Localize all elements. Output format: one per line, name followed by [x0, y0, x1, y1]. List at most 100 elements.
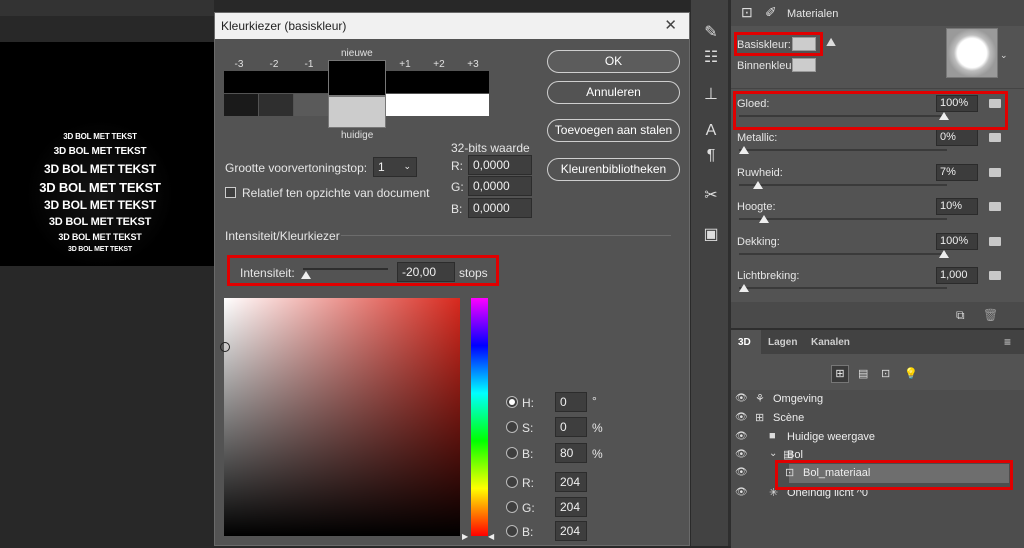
r-input[interactable]: 204 [555, 472, 587, 492]
color-libraries-button[interactable]: Kleurenbibliotheken [547, 158, 680, 181]
saturation-brightness-field[interactable] [224, 298, 460, 536]
current-label: huidige [341, 130, 374, 141]
material-icon[interactable]: ⊡ [741, 4, 753, 21]
brightness-radio[interactable] [506, 447, 518, 459]
b2-label: B: [522, 525, 534, 539]
g-input[interactable]: 204 [555, 497, 587, 517]
stop-swatch[interactable] [259, 94, 293, 116]
layer-name: Omgeving [773, 393, 824, 405]
trash-icon[interactable]: 🗑 [983, 308, 998, 322]
prop-value-input[interactable]: 100% [936, 233, 978, 250]
h-unit: ° [592, 394, 597, 408]
blue-radio[interactable] [506, 525, 518, 537]
saturation-radio[interactable] [506, 421, 518, 433]
add-to-swatches-button[interactable]: Toevoegen aan stalen [547, 119, 680, 142]
close-icon[interactable]: ✕ [664, 16, 677, 34]
stop-swatch-row-bottom-right[interactable] [386, 94, 489, 116]
stop-label: -1 [304, 59, 314, 70]
folder-icon[interactable] [989, 133, 1001, 142]
b-input[interactable]: 80 [555, 443, 587, 463]
stop-swatch-row-top-right[interactable] [386, 71, 489, 93]
preview-size-select[interactable]: 1 ⌄ [373, 157, 417, 177]
eye-icon[interactable]: 👁 [735, 487, 748, 498]
folder-icon[interactable] [989, 202, 1001, 211]
new-material-icon[interactable]: ⧉ [956, 308, 965, 323]
eye-icon[interactable]: 👁 [735, 431, 748, 442]
adjustments-icon[interactable]: ☷ [701, 47, 721, 67]
prop-slider-track[interactable] [739, 253, 947, 255]
filter-mesh-icon[interactable]: ▤ [858, 367, 868, 380]
brush-icon[interactable]: ✐ [765, 4, 777, 21]
cancel-button[interactable]: Annuleren [547, 81, 680, 104]
b32-input[interactable]: 0,0000 [468, 198, 532, 218]
tool-presets-icon[interactable]: ✂ [701, 185, 721, 205]
material-preview[interactable] [946, 28, 998, 78]
prop-slider-track[interactable] [739, 218, 947, 220]
prop-slider-track[interactable] [739, 149, 947, 151]
prop-label: Dekking: [737, 236, 780, 248]
hue-slider[interactable] [471, 298, 488, 536]
folder-icon[interactable] [989, 237, 1001, 246]
tab-channels[interactable]: Kanalen [811, 337, 850, 348]
tab-layers[interactable]: Lagen [768, 337, 797, 348]
paragraph-icon[interactable]: ¶ [701, 147, 721, 165]
prop-value-input[interactable]: 1,000 [936, 267, 978, 284]
eye-icon[interactable]: 👁 [735, 393, 748, 404]
eye-icon[interactable]: 👁 [735, 449, 748, 460]
b-label: B: [522, 447, 534, 461]
prop-slider-track[interactable] [739, 287, 947, 289]
prop-value-input[interactable]: 7% [936, 164, 978, 181]
document-canvas[interactable]: 3D BOL MET TEKST 3D BOL MET TEKST 3D BOL… [0, 42, 214, 266]
b2-input[interactable]: 204 [555, 521, 587, 541]
g32-input[interactable]: 0,0000 [468, 176, 532, 196]
scene-icon: ⊞ [755, 412, 765, 424]
sphere-line: 3D BOL MET TEKST [48, 216, 152, 228]
panel-menu-icon[interactable]: ≡ [1004, 335, 1011, 349]
chevron-down-icon[interactable]: ⌄ [769, 448, 777, 459]
character-icon[interactable]: A [701, 122, 721, 140]
stop-swatch[interactable] [294, 94, 328, 116]
r32-input[interactable]: 0,0000 [468, 155, 532, 175]
sphere-line: 3D BOL MET TEKST [39, 180, 161, 195]
prop-value-input[interactable]: 10% [936, 198, 978, 215]
stop-label: -3 [234, 59, 244, 70]
prop-label: Lichtbreking: [737, 270, 800, 282]
folder-icon[interactable] [989, 168, 1001, 177]
ok-button[interactable]: OK [547, 50, 680, 73]
eye-icon[interactable]: 👁 [735, 412, 748, 423]
tab-3d[interactable]: 3D [738, 337, 751, 348]
prop-slider-handle[interactable] [739, 146, 749, 154]
folder-icon[interactable] [989, 271, 1001, 280]
green-radio[interactable] [506, 501, 518, 513]
inner-color-swatch[interactable] [792, 58, 816, 72]
texture-menu-icon[interactable]: ⛰ [826, 35, 836, 50]
prop-value-input[interactable]: 0% [936, 129, 978, 146]
red-radio[interactable] [506, 476, 518, 488]
filter-light-icon[interactable]: 💡 [904, 367, 918, 380]
stop-label: +1 [399, 59, 411, 70]
h-input[interactable]: 0 [555, 392, 587, 412]
eye-icon[interactable]: 👁 [735, 467, 748, 478]
stamp-icon[interactable]: ⊥ [701, 84, 721, 104]
filter-material-icon[interactable]: ⊡ [881, 367, 890, 380]
relative-checkbox[interactable] [225, 187, 236, 198]
chevron-down-icon[interactable]: ⌄ [1000, 50, 1008, 61]
intensity-section-label: Intensiteit/Kleurkiezer [225, 229, 340, 243]
frame-icon[interactable]: ▣ [701, 224, 721, 244]
filter-scene-icon[interactable]: ⊞ [831, 365, 849, 383]
brush-icon[interactable]: ✎ [701, 22, 721, 42]
prop-slider-handle[interactable] [739, 284, 749, 292]
hue-slider-right-arrow[interactable]: ◀ [488, 532, 494, 541]
prop-slider-handle[interactable] [939, 250, 949, 258]
s-input[interactable]: 0 [555, 417, 587, 437]
prop-slider-handle[interactable] [753, 181, 763, 189]
hue-radio[interactable] [506, 396, 518, 408]
color-field-cursor[interactable] [220, 342, 230, 352]
prop-slider-handle[interactable] [759, 215, 769, 223]
sphere-line: 3D BOL MET TEKST [63, 132, 137, 141]
stop-swatch-row-top-left[interactable] [224, 71, 328, 93]
prop-slider-track[interactable] [739, 184, 947, 186]
properties-title: Materialen [787, 8, 839, 20]
hue-slider-left-arrow[interactable]: ▶ [462, 532, 468, 541]
stop-swatch[interactable] [224, 94, 258, 116]
